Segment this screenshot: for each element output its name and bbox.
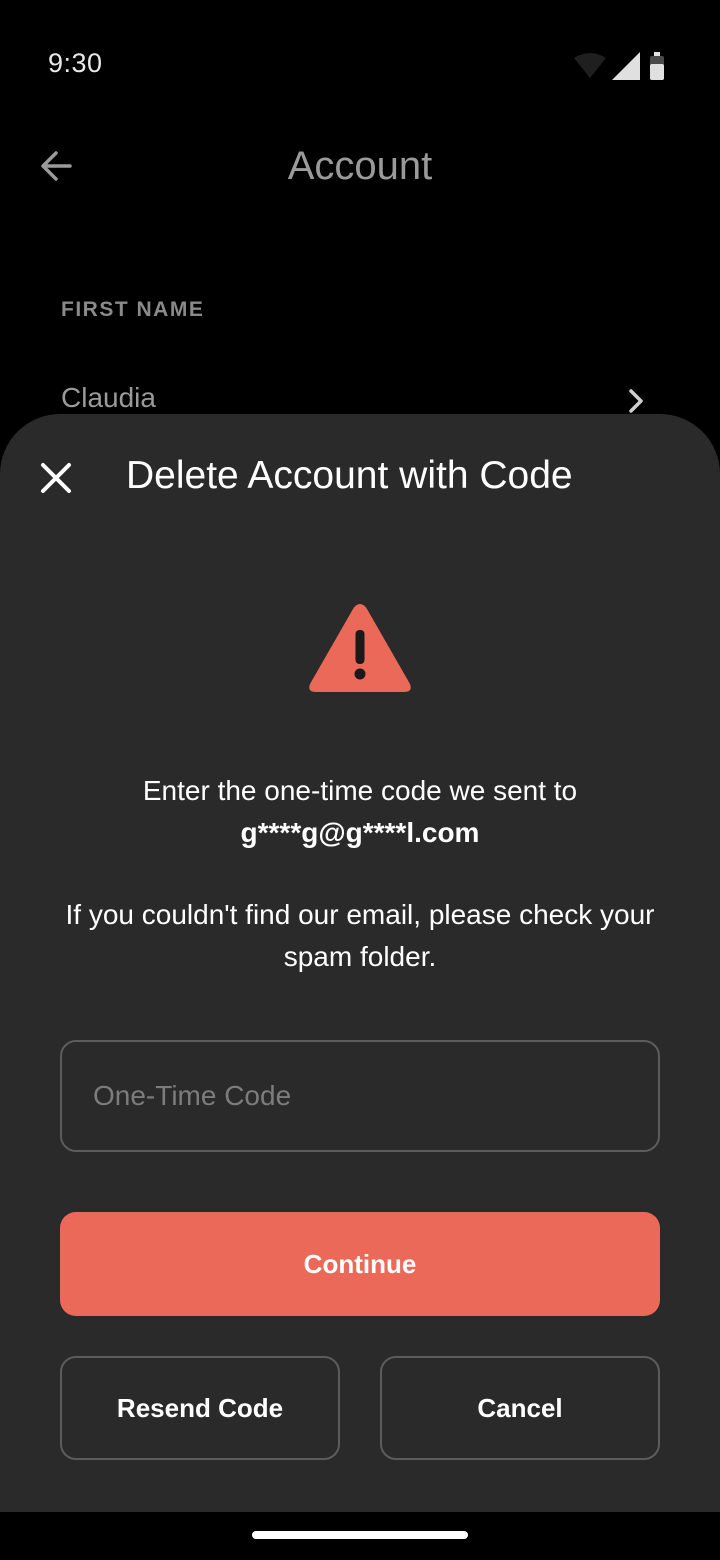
status-icons (574, 52, 664, 80)
navigation-bar (0, 1512, 720, 1560)
chevron-right-icon (629, 389, 643, 413)
status-bar: 9:30 (0, 0, 720, 130)
masked-email: g****g@g****l.com (240, 817, 480, 848)
page-title: Account (287, 144, 433, 188)
app-bar: Account (0, 130, 720, 210)
sheet-title: Delete Account with Code (126, 454, 573, 497)
code-sent-text: Enter the one-time code we sent to (142, 775, 578, 806)
spam-hint: If you couldn't find our email, please c… (65, 899, 655, 972)
first-name-value: Claudia (61, 382, 156, 413)
first-name-label: FIRST NAME (61, 298, 205, 321)
code-sent-message: Enter the one-time code we sent to g****… (40, 770, 680, 854)
delete-account-sheet: Delete Account with Code Enter the one-t… (0, 414, 720, 1512)
one-time-code-input[interactable] (60, 1040, 660, 1152)
close-button[interactable] (28, 450, 84, 506)
status-time: 9:30 (48, 48, 103, 78)
signal-icon (612, 52, 640, 80)
close-icon (41, 463, 71, 493)
cancel-button[interactable]: Cancel (380, 1356, 660, 1460)
continue-button[interactable]: Continue (60, 1212, 660, 1316)
wifi-icon (574, 53, 606, 78)
warning-icon (309, 604, 411, 692)
resend-code-button[interactable]: Resend Code (60, 1356, 340, 1460)
battery-icon (650, 52, 664, 80)
home-indicator[interactable] (252, 1531, 468, 1539)
